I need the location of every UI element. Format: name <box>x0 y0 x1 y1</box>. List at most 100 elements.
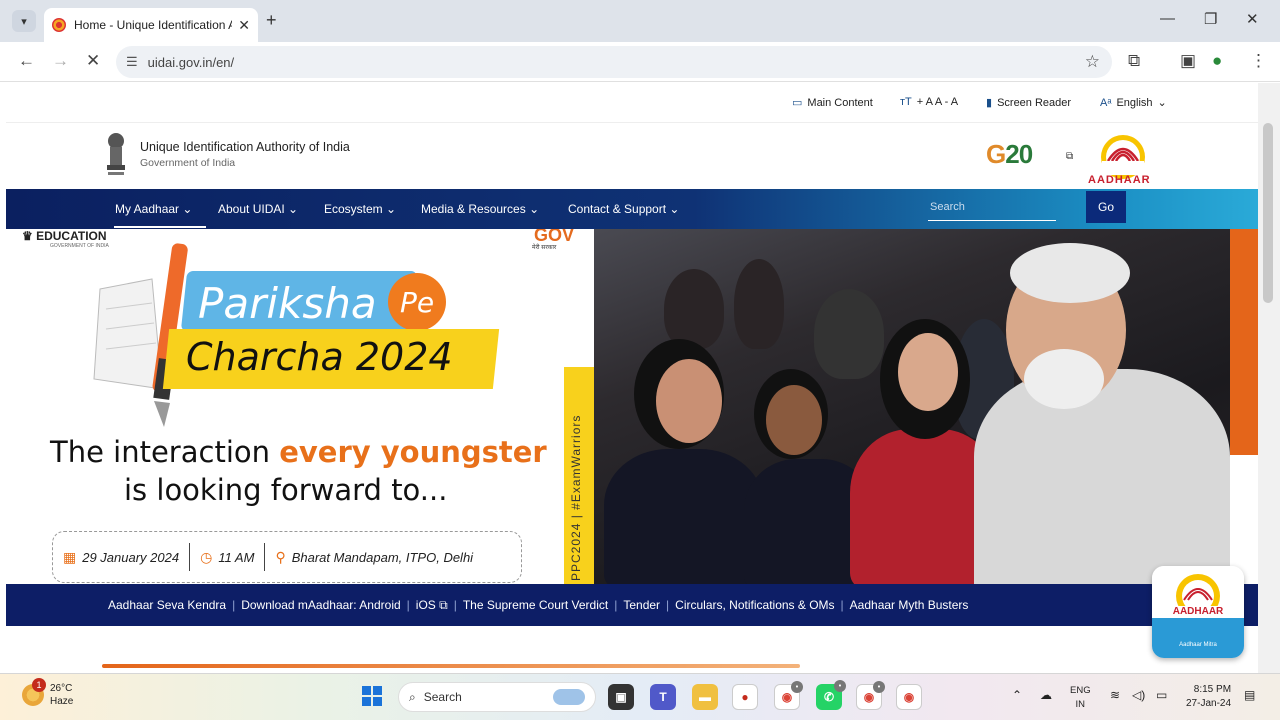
extensions-icon[interactable]: ⧉ <box>1128 51 1140 71</box>
event-time-text: 11 AM <box>218 549 255 565</box>
main-nav: My Aadhaar ⌄ About UIDAI ⌄ Ecosystem ⌄ M… <box>6 189 1258 229</box>
quicklink-tender[interactable]: Tender <box>617 598 666 612</box>
hero-banner[interactable]: ♛ EDUCATION GOVERNMENT OF INDIA GOV मेरी… <box>6 229 1258 584</box>
photo-figure <box>814 289 884 379</box>
quicklink-myth-busters[interactable]: Aadhaar Myth Busters <box>844 598 975 612</box>
page-scrollbar[interactable] <box>1258 83 1280 673</box>
main-content-link[interactable]: ▭ Main Content <box>792 96 873 110</box>
mygov-sublabel: मेरी सरकार <box>532 245 557 251</box>
text-size-controls[interactable]: ᴛT + A A - A <box>900 96 958 108</box>
org-name[interactable]: Unique Identification Authority of India <box>140 140 350 154</box>
window-close-icon[interactable]: ✕ <box>1246 10 1259 28</box>
web-page: ▭ Main Content ᴛT + A A - A ▮ Screen Rea… <box>6 83 1258 673</box>
g20-logo[interactable]: G20 <box>986 139 1033 170</box>
wifi-icon[interactable]: ≋ <box>1110 688 1120 702</box>
show-hidden-icons-chevron-icon[interactable]: ⌃ <box>1012 688 1022 702</box>
weather-description: Haze <box>50 696 74 707</box>
nav-contact-support[interactable]: Contact & Support ⌄ <box>568 202 679 216</box>
browser-tab-active[interactable]: Home - Unique Identification A ✕ <box>44 8 258 42</box>
tagline-highlight: every youngster <box>279 435 547 469</box>
utility-bar: ▭ Main Content ᴛT + A A - A ▮ Screen Rea… <box>6 83 1258 123</box>
clock-time: 8:15 PM <box>1193 684 1232 695</box>
chrome-profile-icon[interactable]: ◉ • <box>856 681 885 710</box>
photo-figure <box>1024 349 1104 409</box>
teams-icon[interactable]: T <box>650 684 676 710</box>
chrome-active-icon[interactable]: ◉ <box>896 684 922 710</box>
side-panel-icon[interactable]: ▣ <box>1180 51 1196 71</box>
aadhaar-mitra-chatbot-button[interactable]: AADHAAR Aadhaar Mitra <box>1152 566 1244 658</box>
profile-icon[interactable]: ● <box>1212 51 1222 71</box>
event-date-text: 29 January 2024 <box>82 549 180 565</box>
aadhaar-sun-icon <box>1176 574 1220 618</box>
windows-logo-tile <box>373 697 382 706</box>
bookmark-star-icon[interactable]: ☆ <box>1085 52 1100 72</box>
system-clock[interactable]: 8:15 PM 27-Jan-24 <box>1186 683 1231 711</box>
chrome-icon[interactable]: ◉ • <box>774 681 803 710</box>
task-view-icon[interactable]: ▣ <box>608 684 634 710</box>
tab-search-button[interactable]: ▾ <box>12 10 36 32</box>
event-time: ◷ 11 AM <box>190 549 264 566</box>
tagline-line-1: The interaction every youngster <box>50 435 547 469</box>
minimize-icon[interactable]: — <box>1160 10 1175 27</box>
taskbar-search[interactable]: ⌕ Search <box>398 682 596 712</box>
go-button[interactable]: Go <box>1086 191 1126 223</box>
notification-center-icon[interactable]: ▤ <box>1244 688 1255 702</box>
clock-icon: ◷ <box>200 548 213 565</box>
quicklink-supreme-court-verdict[interactable]: The Supreme Court Verdict <box>457 598 614 612</box>
tab-title: Home - Unique Identification A <box>74 18 233 32</box>
file-explorer-icon[interactable]: ▬ <box>692 684 718 710</box>
exam-warriors-text: PPC2024 | #ExamWarriors <box>569 414 583 581</box>
nav-media-resources[interactable]: Media & Resources ⌄ <box>421 202 539 216</box>
nav-about-uidai[interactable]: About UIDAI ⌄ <box>218 202 298 216</box>
search-input[interactable]: Search <box>928 199 1056 221</box>
chevron-down-icon: ⌄ <box>386 202 397 216</box>
input-language-indicator[interactable]: ENG IN <box>1070 684 1091 712</box>
nav-media-resources-label: Media & Resources <box>421 202 526 216</box>
nav-my-aadhaar[interactable]: My Aadhaar ⌄ <box>115 202 192 216</box>
app-badge: • <box>834 680 846 692</box>
windows-taskbar: 1 26°C Haze ⌕ Search ▣ T ▬ ● ◉ • ✆ • ◉ • ◉ … <box>0 673 1280 720</box>
whatsapp-icon[interactable]: ✆ • <box>816 680 846 710</box>
nav-ecosystem[interactable]: Ecosystem ⌄ <box>324 202 396 216</box>
text-size-icon: ᴛT <box>900 96 912 108</box>
external-link-icon: ⧉ <box>1066 151 1074 162</box>
restore-icon[interactable]: ❐ <box>1204 10 1217 28</box>
nav-about-uidai-label: About UIDAI <box>218 202 285 216</box>
stop-loading-icon[interactable]: ✕ <box>86 51 100 71</box>
back-arrow-icon[interactable]: ← <box>18 51 35 71</box>
quicklink-aadhaar-seva-kendra[interactable]: Aadhaar Seva Kendra <box>102 598 232 612</box>
app-badge: • <box>873 681 885 693</box>
weather-widget[interactable]: 1 26°C Haze <box>22 678 74 708</box>
quicklink-circulars[interactable]: Circulars, Notifications & OMs <box>669 598 840 612</box>
forward-arrow-icon[interactable]: → <box>52 51 69 71</box>
national-emblem-icon[interactable] <box>102 131 130 179</box>
scrollbar-thumb[interactable] <box>1263 123 1273 303</box>
tagline-text-a: The interaction <box>50 435 280 469</box>
volume-icon[interactable]: ◁) <box>1132 688 1145 702</box>
badge-bottom <box>1152 618 1244 658</box>
language-selector[interactable]: Aᵃ English ⌄ <box>1100 96 1167 110</box>
emblem-small-icon: ♛ <box>22 229 37 243</box>
photo-figure <box>656 359 722 443</box>
tab-close-icon[interactable]: ✕ <box>238 17 250 34</box>
quicklink-ios[interactable]: iOS ⧉ <box>410 598 454 613</box>
site-info-icon[interactable]: ☰ <box>126 54 138 70</box>
search-highlight-icon <box>553 689 585 705</box>
screen-recorder-icon[interactable]: ● <box>732 684 758 710</box>
photo-figure <box>898 333 958 411</box>
new-tab-button[interactable]: + <box>266 10 277 31</box>
browser-menu-icon[interactable]: ⋮ <box>1250 51 1267 71</box>
monitor-icon: ▭ <box>792 97 803 109</box>
start-button[interactable] <box>362 686 382 706</box>
chevron-down-icon: ⌄ <box>669 202 680 216</box>
nav-ecosystem-label: Ecosystem <box>324 202 383 216</box>
quicklink-download-maadhaar-android[interactable]: Download mAadhaar: Android <box>235 598 406 612</box>
onedrive-icon[interactable]: ☁ <box>1040 688 1052 702</box>
screen-reader-link[interactable]: ▮ Screen Reader <box>986 96 1071 110</box>
event-details: ▦ 29 January 2024 ◷ 11 AM ⚲ Bharat Mandapam… <box>52 531 522 583</box>
battery-icon[interactable]: ▭ <box>1156 688 1167 702</box>
weather-temperature: 26°C <box>50 683 73 694</box>
event-venue: ⚲ Bharat Mandapam, ITPO, Delhi <box>265 549 483 566</box>
photo-figure <box>734 259 784 349</box>
address-bar[interactable]: ☰ uidai.gov.in/en/ ☆ <box>116 46 1112 78</box>
